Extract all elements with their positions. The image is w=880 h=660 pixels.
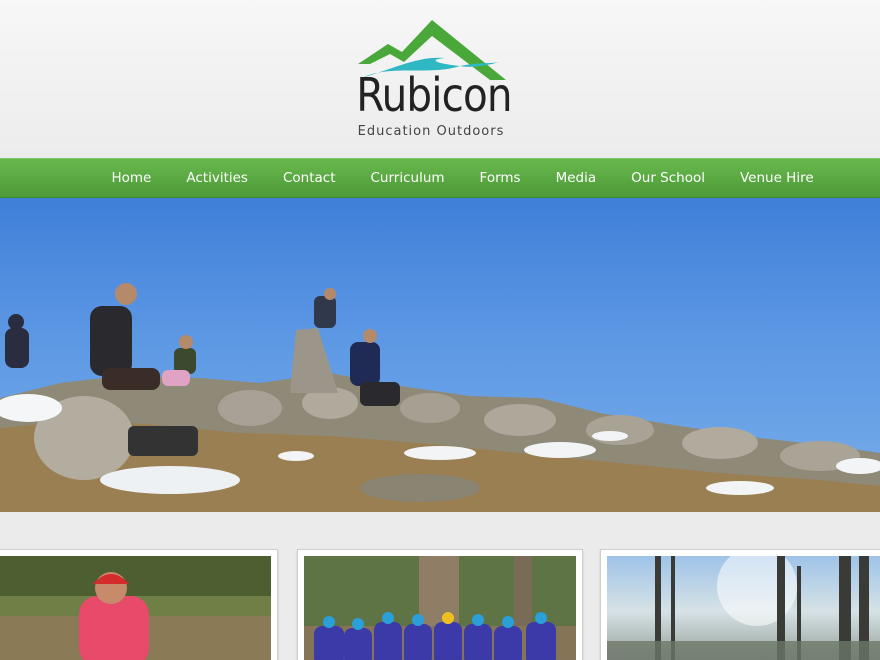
nav-item-forms[interactable]: Forms [462, 159, 538, 199]
main-navigation: Home Activities Contact Curriculum Forms… [0, 158, 880, 198]
brand-title: Rubicon [356, 68, 512, 122]
gallery-card[interactable] [600, 549, 880, 660]
gallery-card[interactable] [297, 549, 583, 660]
summit-scene [0, 283, 880, 512]
nav-item-venue-hire[interactable]: Venue Hire [722, 159, 831, 199]
nav-item-activities[interactable]: Activities [169, 159, 266, 199]
site-header: Rubicon Education Outdoors [0, 0, 880, 158]
nav-item-our-school[interactable]: Our School [614, 159, 723, 199]
misty-forest-photo [607, 556, 880, 660]
rubicon-logo[interactable]: Rubicon Education Outdoors [340, 14, 520, 146]
brand-subtitle: Education Outdoors [357, 124, 505, 139]
rafting-group-photo [304, 556, 576, 660]
nav-item-media[interactable]: Media [538, 159, 614, 199]
nav-item-curriculum[interactable]: Curriculum [353, 159, 462, 199]
hero-image [0, 198, 880, 512]
nav-item-contact[interactable]: Contact [265, 159, 353, 199]
nav-item-home[interactable]: Home [94, 159, 169, 199]
gallery-card[interactable] [0, 549, 278, 660]
student-photo [0, 556, 271, 660]
